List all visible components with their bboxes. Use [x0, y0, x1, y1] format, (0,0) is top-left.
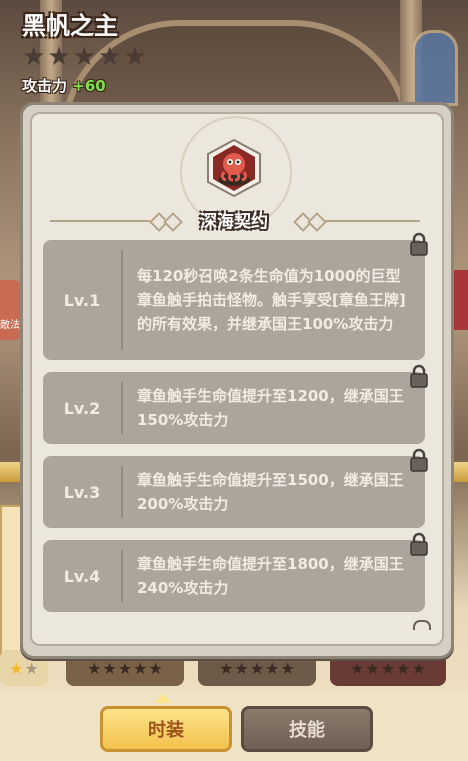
star-icon: ★	[102, 658, 117, 678]
skill-level-row: Lv.2 章鱼触手生命值提升至1200，继承国王150%攻击力	[43, 364, 428, 444]
level-label: Lv.2	[63, 398, 101, 418]
star-icon: ★	[148, 658, 163, 678]
side-card-left-label: 敵法	[0, 320, 20, 331]
star-icon: ★	[234, 658, 249, 678]
star-empty-icon: ★	[123, 42, 147, 72]
active-tab-caret	[155, 693, 171, 703]
hero-name: 黑帆之主	[22, 12, 118, 40]
attack-label: 攻击力	[22, 77, 68, 95]
star-icon: ★	[411, 658, 426, 678]
star-icon: ★	[24, 658, 39, 678]
star-icon: ★	[380, 658, 396, 678]
skill-level-list: Lv.1 每120秒召唤2条生命值为1000的巨型章鱼触手拍击怪物。触手享受[章…	[43, 232, 428, 624]
skill-level-row: Lv.1 每120秒召唤2条生命值为1000的巨型章鱼触手拍击怪物。触手享受[章…	[43, 232, 428, 360]
level-description: 章鱼触手生命值提升至1500，继承国王200%攻击力	[137, 471, 404, 513]
star-icon: ★	[249, 658, 265, 678]
hero-star-rating: ★ ★ ★ ★ ★	[22, 44, 147, 70]
star-icon: ★	[117, 658, 133, 678]
skill-title: 深海契约	[200, 212, 268, 232]
star-empty-icon: ★	[22, 42, 46, 72]
star-icon: ★	[280, 658, 295, 678]
star-empty-icon: ★	[47, 42, 71, 72]
skill-level-row: Lv.3 章鱼触手生命值提升至1500，继承国王200%攻击力	[43, 448, 428, 528]
attack-bonus: +60	[72, 77, 106, 95]
star-icon: ★	[9, 658, 24, 678]
level-description: 每120秒召唤2条生命值为1000的巨型章鱼触手拍击怪物。触手享受[章鱼王牌]的…	[137, 267, 406, 333]
lock-icon	[410, 448, 428, 472]
level-description: 章鱼触手生命值提升至1800，继承国王240%攻击力	[137, 555, 404, 597]
tab-fashion[interactable]: 时装	[100, 706, 232, 752]
skill-level-row: Lv.4 章鱼触手生命值提升至1800，继承国王240%攻击力	[43, 532, 428, 612]
lock-icon	[413, 620, 431, 630]
star-empty-icon: ★	[72, 42, 96, 72]
star-empty-icon: ★	[97, 42, 122, 72]
bottom-tab-bar	[0, 690, 468, 761]
level-label: Lv.4	[63, 566, 101, 586]
star-icon: ★	[265, 658, 280, 678]
attack-stat: 攻击力 +60	[22, 75, 106, 96]
octopus-icon	[207, 138, 261, 198]
level-description: 章鱼触手生命值提升至1200，继承国王150%攻击力	[137, 387, 404, 429]
stained-window	[412, 30, 458, 106]
star-icon: ★	[219, 658, 234, 678]
lock-icon	[410, 364, 428, 388]
star-icon: ★	[350, 658, 365, 678]
level-label: Lv.3	[63, 482, 101, 502]
star-icon: ★	[365, 658, 380, 678]
star-icon: ★	[396, 658, 411, 678]
star-icon: ★	[87, 658, 102, 678]
lock-icon	[410, 532, 428, 556]
tab-skill[interactable]: 技能	[241, 706, 373, 752]
level-label: Lv.1	[63, 290, 101, 310]
lock-icon	[410, 232, 428, 256]
star-icon: ★	[133, 658, 148, 678]
side-card-left[interactable]: 敵法	[0, 280, 22, 340]
